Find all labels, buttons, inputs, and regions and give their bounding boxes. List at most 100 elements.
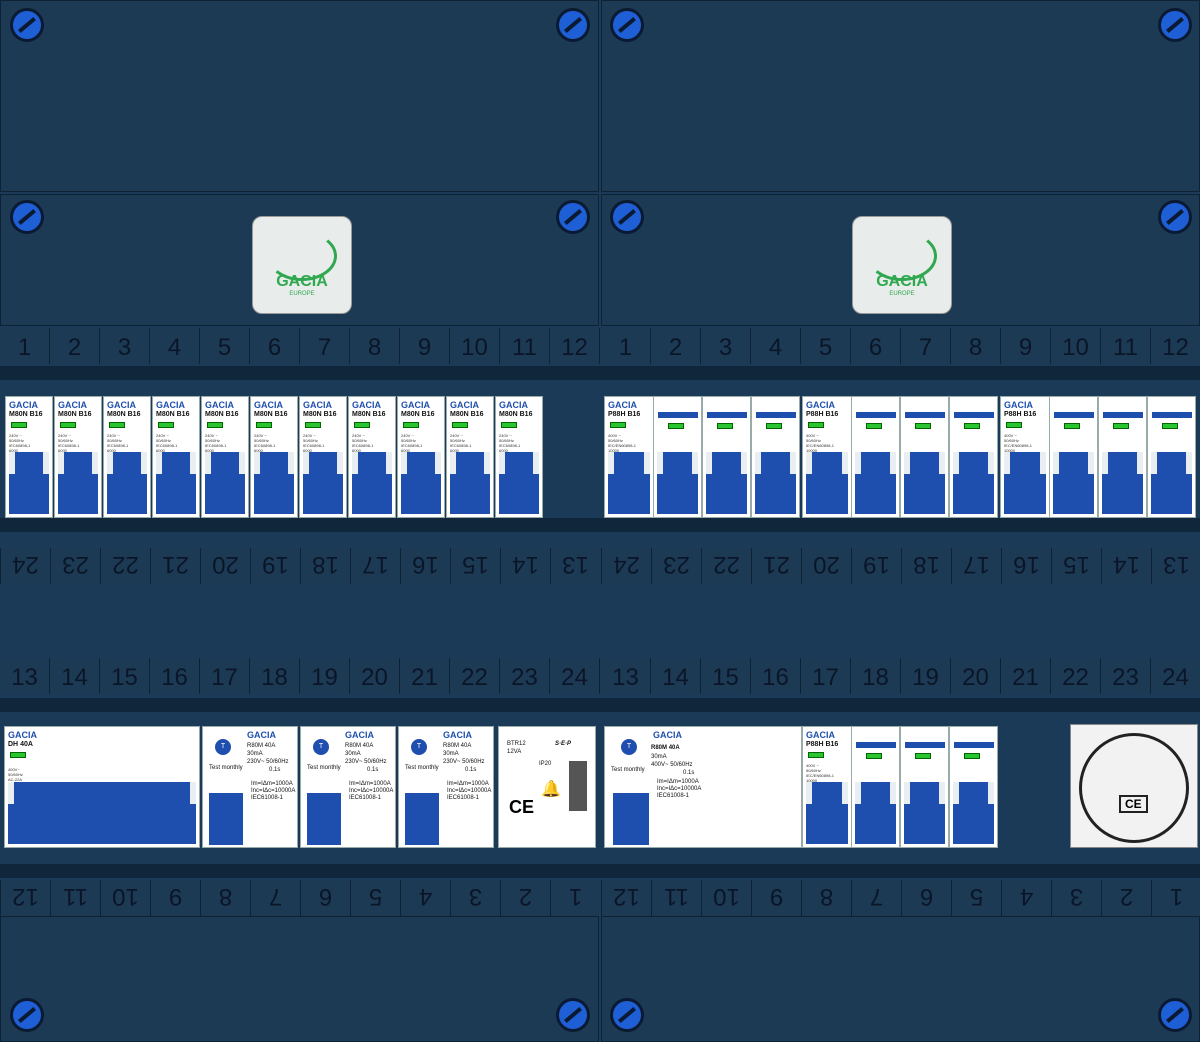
- breaker-handle[interactable]: [706, 452, 747, 514]
- circuit-breaker[interactable]: GACIA M80N B16 240V ~50/60Hz IEC60898-1 6000: [103, 396, 151, 518]
- circuit-breaker[interactable]: [949, 396, 998, 518]
- breaker-handle[interactable]: [58, 452, 98, 514]
- circuit-breaker[interactable]: GACIA P88H B16 400V ~50/60Hz IEC/EN60898-1 1…: [802, 396, 852, 518]
- toggle-lever[interactable]: [910, 452, 939, 474]
- toggle-lever[interactable]: [861, 782, 890, 804]
- toggle-lever[interactable]: [812, 452, 842, 474]
- circuit-breaker[interactable]: GACIA M80N B16 240V ~50/60Hz IEC60898-1 6000: [5, 396, 53, 518]
- rcbo[interactable]: T GACIA Test monthly R80M 40A 30mA 230V~ 50/6…: [300, 726, 396, 848]
- breaker-handle[interactable]: [1102, 452, 1143, 514]
- rcbo-handle[interactable]: [209, 793, 243, 845]
- circuit-breaker[interactable]: [900, 726, 949, 848]
- toggle-lever[interactable]: [812, 782, 842, 804]
- breaker-handle[interactable]: [303, 452, 343, 514]
- circuit-breaker[interactable]: [851, 396, 900, 518]
- breaker-model: M80N B16: [352, 411, 386, 418]
- rcd-4pole[interactable]: T GACIA Test monthly R80M 40A 30mA 400V~…: [604, 726, 802, 848]
- breaker-handle[interactable]: [1053, 452, 1094, 514]
- circuit-breaker[interactable]: GACIA M80N B16 240V ~50/60Hz IEC60898-1 6000: [152, 396, 200, 518]
- toggle-lever[interactable]: [1157, 452, 1186, 474]
- rcbo[interactable]: T GACIA Test monthly R80M 40A 30mA 230V~ 50/6…: [398, 726, 494, 848]
- toggle-lever[interactable]: [309, 452, 337, 474]
- breaker-handle[interactable]: [953, 782, 994, 844]
- rcd-handle[interactable]: [613, 793, 649, 845]
- din-rail: [0, 366, 1200, 380]
- circuit-breaker[interactable]: GACIA M80N B16 240V ~50/60Hz IEC60898-1 6000: [201, 396, 249, 518]
- main-switch[interactable]: GACIA DH 40A 400V~ 50/60Hz AC-22A IEC609…: [4, 726, 200, 848]
- toggle-lever[interactable]: [1059, 452, 1088, 474]
- breaker-handle[interactable]: [254, 452, 294, 514]
- breaker-handle[interactable]: [352, 452, 392, 514]
- breaker-handle[interactable]: [9, 452, 49, 514]
- toggle-lever[interactable]: [407, 452, 435, 474]
- toggle-lever[interactable]: [162, 452, 190, 474]
- toggle-lever[interactable]: [959, 452, 988, 474]
- toggle-lever[interactable]: [910, 782, 939, 804]
- toggle-lever[interactable]: [211, 452, 239, 474]
- breaker-handle[interactable]: [755, 452, 796, 514]
- breaker-handle[interactable]: [107, 452, 147, 514]
- test-button[interactable]: T: [215, 739, 231, 755]
- toggle-lever[interactable]: [113, 452, 141, 474]
- breaker-handle[interactable]: [657, 452, 698, 514]
- test-button[interactable]: T: [411, 739, 427, 755]
- toggle-lever[interactable]: [663, 452, 692, 474]
- circuit-breaker[interactable]: [702, 396, 751, 518]
- breaker-handle[interactable]: [205, 452, 245, 514]
- toggle-lever[interactable]: [260, 452, 288, 474]
- circuit-breaker[interactable]: GACIA M80N B16 240V ~50/60Hz IEC60898-1 6000: [446, 396, 494, 518]
- toggle-lever[interactable]: [1010, 452, 1040, 474]
- breaker-handle[interactable]: [855, 782, 896, 844]
- toggle-lever[interactable]: [358, 452, 386, 474]
- circuit-breaker[interactable]: GACIA M80N B16 240V ~50/60Hz IEC60898-1 6000: [397, 396, 445, 518]
- toggle-lever[interactable]: [1108, 452, 1137, 474]
- circuit-breaker[interactable]: [751, 396, 800, 518]
- toggle-lever[interactable]: [761, 452, 790, 474]
- circuit-breaker[interactable]: [949, 726, 998, 848]
- circuit-breaker[interactable]: [900, 396, 949, 518]
- circuit-breaker[interactable]: GACIA P88H B16 400V ~50/60Hz IEC/EN60898-1 1…: [604, 396, 654, 518]
- toggle-lever[interactable]: [861, 452, 890, 474]
- handle-body: [755, 474, 796, 514]
- toggle-lever[interactable]: [14, 782, 190, 804]
- breaker-handle[interactable]: [401, 452, 441, 514]
- breaker-handle[interactable]: [806, 452, 848, 514]
- circuit-breaker[interactable]: [1049, 396, 1098, 518]
- breaker-handle[interactable]: [855, 452, 896, 514]
- breaker-handle[interactable]: [806, 782, 848, 844]
- circuit-breaker[interactable]: [1098, 396, 1147, 518]
- circuit-breaker[interactable]: [653, 396, 702, 518]
- breaker-handle[interactable]: [608, 452, 650, 514]
- switch-handle[interactable]: [8, 782, 196, 844]
- circuit-breaker[interactable]: GACIA M80N B16 240V ~50/60Hz IEC60898-1 6000: [299, 396, 347, 518]
- breaker-handle[interactable]: [499, 452, 539, 514]
- toggle-lever[interactable]: [959, 782, 988, 804]
- breaker-handle[interactable]: [953, 452, 994, 514]
- circuit-breaker[interactable]: GACIA M80N B16 240V ~50/60Hz IEC60898-1 6000: [348, 396, 396, 518]
- circuit-breaker[interactable]: GACIA P88H B16 400V ~50/60Hz IEC/EN60898-1 1…: [802, 726, 852, 848]
- breaker-handle[interactable]: [904, 452, 945, 514]
- toggle-lever[interactable]: [505, 452, 533, 474]
- circuit-breaker[interactable]: GACIA P88H B16 400V ~50/60Hz IEC/EN60898-1 1…: [1000, 396, 1050, 518]
- din-socket[interactable]: CE: [1070, 724, 1198, 848]
- circuit-breaker[interactable]: GACIA M80N B16 240V ~50/60Hz IEC60898-1 6000: [54, 396, 102, 518]
- circuit-breaker[interactable]: [851, 726, 900, 848]
- breaker-handle[interactable]: [450, 452, 490, 514]
- test-button[interactable]: T: [313, 739, 329, 755]
- toggle-lever[interactable]: [614, 452, 644, 474]
- circuit-breaker[interactable]: [1147, 396, 1196, 518]
- rcbo-handle[interactable]: [405, 793, 439, 845]
- rcbo-handle[interactable]: [307, 793, 341, 845]
- breaker-handle[interactable]: [1151, 452, 1192, 514]
- breaker-handle[interactable]: [904, 782, 945, 844]
- toggle-lever[interactable]: [64, 452, 92, 474]
- rcbo[interactable]: T GACIA Test monthly R80M 40A 30mA 230V~ 50/6…: [202, 726, 298, 848]
- toggle-lever[interactable]: [456, 452, 484, 474]
- breaker-handle[interactable]: [156, 452, 196, 514]
- toggle-lever[interactable]: [712, 452, 741, 474]
- toggle-lever[interactable]: [15, 452, 43, 474]
- circuit-breaker[interactable]: GACIA M80N B16 240V ~50/60Hz IEC60898-1 6000: [495, 396, 543, 518]
- circuit-breaker[interactable]: GACIA M80N B16 240V ~50/60Hz IEC60898-1 6000: [250, 396, 298, 518]
- test-button[interactable]: T: [621, 739, 637, 755]
- breaker-handle[interactable]: [1004, 452, 1046, 514]
